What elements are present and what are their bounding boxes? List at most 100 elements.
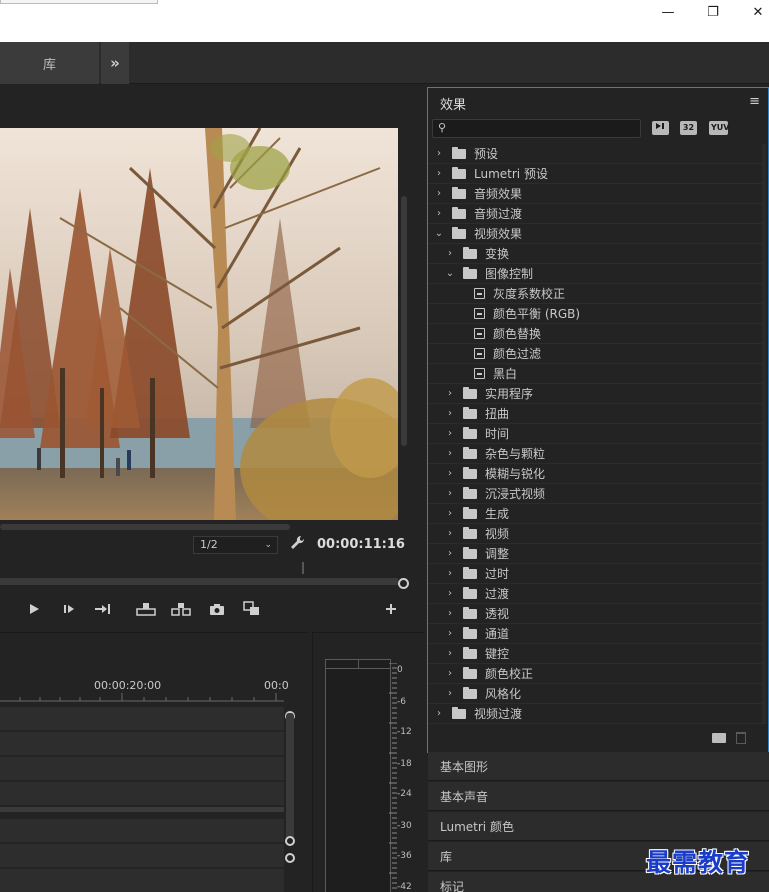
video-track[interactable]	[0, 732, 284, 756]
extract-icon[interactable]	[171, 600, 191, 618]
video-track[interactable]	[0, 757, 284, 781]
video-track[interactable]	[0, 707, 284, 731]
playback-scrub-bar[interactable]	[0, 578, 398, 585]
maximize-button[interactable]: ❐	[690, 0, 736, 24]
chevron-right-icon[interactable]: ›	[445, 608, 455, 619]
chevron-down-icon[interactable]: ⌄	[434, 228, 444, 239]
video-track[interactable]	[0, 782, 284, 806]
chevron-right-icon[interactable]: ›	[434, 188, 444, 199]
yuv-effects-icon[interactable]: YUV	[709, 121, 729, 135]
chevron-right-icon[interactable]: ›	[445, 648, 455, 659]
chevron-right-icon[interactable]: ›	[445, 508, 455, 519]
chevron-right-icon[interactable]: ›	[445, 668, 455, 679]
play-icon[interactable]	[24, 600, 44, 618]
monitor-horizontal-scrollbar[interactable]	[0, 524, 290, 530]
timeline-vertical-scrollbar[interactable]	[286, 713, 294, 843]
chevron-right-icon[interactable]: ›	[445, 388, 455, 399]
effect-item[interactable]: 颜色替换	[428, 324, 762, 344]
audio-track[interactable]	[0, 819, 284, 843]
chevron-right-icon[interactable]: ›	[445, 488, 455, 499]
chevron-right-icon[interactable]: ›	[434, 168, 444, 179]
go-to-out-icon[interactable]	[93, 600, 113, 618]
panel-lumetri-color[interactable]: Lumetri 颜色	[428, 812, 769, 841]
camera-icon[interactable]	[207, 600, 227, 618]
panel-menu-icon[interactable]: ≡	[749, 94, 760, 109]
effect-item[interactable]: 黑白	[428, 364, 762, 384]
chevron-right-icon[interactable]: ›	[445, 468, 455, 479]
step-back-icon[interactable]	[0, 600, 12, 618]
chevron-down-icon[interactable]: ⌄	[445, 268, 455, 279]
chevron-right-icon[interactable]: ›	[445, 688, 455, 699]
effects-folder[interactable]: › 生成	[428, 504, 762, 524]
effects-folder[interactable]: › 过时	[428, 564, 762, 584]
playhead-timecode[interactable]: 00:00:11:16	[317, 537, 405, 552]
effects-folder[interactable]: › 颜色校正	[428, 664, 762, 684]
effects-folder[interactable]: › 沉浸式视频	[428, 484, 762, 504]
effects-folder[interactable]: › 音频效果	[428, 184, 762, 204]
close-button[interactable]: ✕	[735, 0, 769, 24]
chevron-right-icon[interactable]: ›	[445, 248, 455, 259]
effects-folder[interactable]: › 扭曲	[428, 404, 762, 424]
panel-title[interactable]: 效果	[440, 94, 466, 113]
effect-item[interactable]: 颜色平衡 (RGB)	[428, 304, 762, 324]
effect-item[interactable]: 颜色过滤	[428, 344, 762, 364]
chevron-right-icon[interactable]: ›	[445, 568, 455, 579]
playhead-handle[interactable]	[398, 578, 409, 589]
chevron-right-icon[interactable]: ›	[445, 628, 455, 639]
chevron-right-icon[interactable]: ›	[445, 528, 455, 539]
effects-folder[interactable]: › 实用程序	[428, 384, 762, 404]
effects-folder[interactable]: › Lumetri 预设	[428, 164, 762, 184]
effects-folder[interactable]: › 时间	[428, 424, 762, 444]
chevron-right-icon[interactable]: ›	[445, 448, 455, 459]
panel-essential-graphics[interactable]: 基本图形	[428, 752, 769, 781]
chevron-right-icon[interactable]: ›	[434, 708, 444, 719]
timeline-ruler[interactable]	[0, 691, 284, 705]
chevron-right-icon[interactable]: ›	[434, 208, 444, 219]
chevron-right-icon[interactable]: ›	[445, 408, 455, 419]
add-button-icon[interactable]	[381, 600, 401, 618]
trash-icon[interactable]	[736, 732, 746, 744]
zoom-level-select[interactable]: 1/2 ⌄	[193, 536, 278, 554]
panel-essential-sound[interactable]: 基本声音	[428, 782, 769, 811]
effects-folder[interactable]: ⌄ 视频效果	[428, 224, 762, 244]
video-preview[interactable]	[0, 128, 398, 520]
audio-track[interactable]	[0, 844, 284, 868]
effects-folder[interactable]: › 变换	[428, 244, 762, 264]
wrench-icon[interactable]	[290, 535, 308, 553]
new-bin-icon[interactable]	[712, 733, 726, 743]
effect-item[interactable]: 灰度系数校正	[428, 284, 762, 304]
effects-folder[interactable]: › 调整	[428, 544, 762, 564]
folder-icon	[463, 566, 477, 579]
workspace-tab-library[interactable]: 库	[0, 42, 99, 84]
step-forward-icon[interactable]	[59, 600, 79, 618]
32bit-color-icon[interactable]: 32	[680, 121, 697, 135]
minimize-button[interactable]: —	[645, 0, 691, 24]
chevron-right-icon[interactable]: ›	[445, 428, 455, 439]
effects-folder[interactable]: › 过渡	[428, 584, 762, 604]
audio-track[interactable]	[0, 869, 284, 892]
lift-icon[interactable]	[136, 600, 156, 618]
more-workspaces-button[interactable]: »	[101, 42, 129, 84]
effects-folder[interactable]: › 音频过渡	[428, 204, 762, 224]
chevron-right-icon[interactable]: ›	[445, 548, 455, 559]
chevron-right-icon[interactable]: ›	[445, 588, 455, 599]
timeline-scroll-handle-bottom[interactable]	[285, 836, 295, 846]
compare-view-icon[interactable]	[242, 600, 262, 618]
effects-search-input[interactable]: ⚲	[432, 119, 641, 138]
effects-folder[interactable]: › 风格化	[428, 684, 762, 704]
chevron-right-icon[interactable]: ›	[434, 148, 444, 159]
accelerated-effects-icon[interactable]	[652, 121, 669, 135]
effects-folder[interactable]: › 杂色与颗粒	[428, 444, 762, 464]
effects-folder[interactable]: › 视频	[428, 524, 762, 544]
track-divider[interactable]	[0, 807, 284, 813]
effects-folder[interactable]: › 键控	[428, 644, 762, 664]
monitor-vertical-scrollbar[interactable]	[401, 196, 407, 446]
effects-scrollbar[interactable]	[762, 144, 766, 724]
effects-folder[interactable]: › 通道	[428, 624, 762, 644]
effects-folder[interactable]: › 视频过渡	[428, 704, 762, 724]
effects-folder[interactable]: › 预设	[428, 144, 762, 164]
effects-folder[interactable]: › 透视	[428, 604, 762, 624]
effects-folder[interactable]: ⌄ 图像控制	[428, 264, 762, 284]
timeline-scroll-handle-audio[interactable]	[285, 853, 295, 863]
effects-folder[interactable]: › 模糊与锐化	[428, 464, 762, 484]
